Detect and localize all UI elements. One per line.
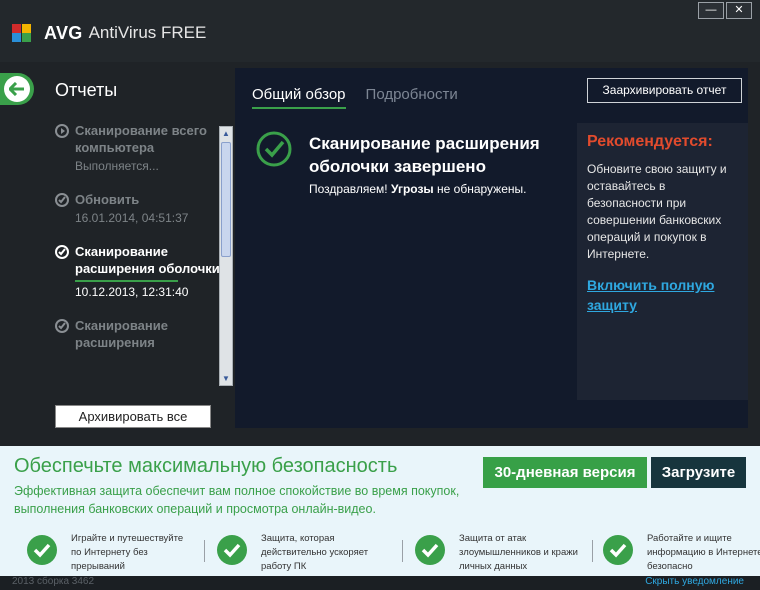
- tab-details[interactable]: Подробности: [366, 86, 458, 109]
- upsell-banner: Обеспечьте максимальную безопасность Эфф…: [0, 446, 760, 576]
- feature-item: Защита от атак злоумышленников и кражи л…: [414, 532, 594, 572]
- recommendation-box: Рекомендуется: Обновите свою защиту и ос…: [577, 123, 748, 400]
- scan-result-message: Поздравляем! Угрозы не обнаружены.: [309, 182, 526, 196]
- enable-full-protection-link[interactable]: Включить полную защиту: [587, 275, 738, 315]
- hide-notification-link[interactable]: Скрыть уведомление: [645, 576, 744, 587]
- product-name: AntiVirus FREE: [88, 23, 207, 42]
- selection-underline: [75, 280, 178, 282]
- build-info: 2013 сборка 3462: [12, 576, 95, 587]
- brand-name: AVG: [44, 22, 83, 43]
- minimize-button[interactable]: —: [698, 2, 724, 19]
- result-msg-post: не обнаружены.: [433, 182, 527, 196]
- feature-divider: [204, 540, 205, 562]
- download-button[interactable]: Загрузите: [651, 457, 746, 488]
- report-title: Сканирование расширения: [75, 318, 168, 350]
- tab-overview[interactable]: Общий обзор: [252, 86, 346, 109]
- report-title: Обновить: [75, 192, 140, 207]
- scroll-down-icon[interactable]: ▼: [220, 372, 232, 385]
- banner-description: Эффективная защита обеспечит вам полное …: [14, 484, 460, 516]
- back-button[interactable]: [0, 73, 34, 105]
- result-msg-bold: Угрозы: [390, 182, 434, 196]
- banner-title: Обеспечьте максимальную безопасность: [14, 455, 398, 477]
- check-badge-icon: [414, 534, 446, 566]
- close-button[interactable]: ✕: [726, 2, 752, 19]
- title-bar: AVG AntiVirus FREE — ✕: [0, 0, 760, 62]
- feature-text: Работайте и ищите информацию в Интернете…: [647, 533, 760, 572]
- check-circle-icon: [55, 245, 69, 259]
- recommendation-text: Обновите свою защиту и оставайтесь в без…: [587, 162, 727, 261]
- report-subtitle: Выполняется...: [75, 159, 159, 173]
- recommendation-heading: Рекомендуется:: [587, 133, 713, 150]
- check-badge-icon: [26, 534, 58, 566]
- archive-report-button[interactable]: Заархивировать отчет: [587, 78, 742, 103]
- page-title: Отчеты: [55, 80, 118, 100]
- feature-list: Играйте и путешествуйте по Интернету без…: [26, 532, 760, 572]
- report-item-selected[interactable]: Сканирование расширения оболочки 10.12.2…: [55, 243, 220, 299]
- feature-divider: [592, 540, 593, 562]
- scroll-up-icon[interactable]: ▲: [220, 127, 232, 140]
- check-circle-icon: [55, 193, 69, 207]
- feature-item: Играйте и путешествуйте по Интернету без…: [26, 532, 206, 572]
- report-item[interactable]: Обновить 16.01.2014, 04:51:37: [55, 191, 220, 225]
- check-circle-icon: [55, 319, 69, 333]
- feature-text: Защита от атак злоумышленников и кражи л…: [459, 533, 578, 572]
- arrow-left-icon: [4, 76, 30, 102]
- status-bar: 2013 сборка 3462 Скрыть уведомление: [0, 576, 760, 590]
- check-badge-icon: [216, 534, 248, 566]
- reports-scrollbar[interactable]: ▲ ▼: [219, 126, 233, 386]
- report-title: Сканирование всего компьютера: [75, 123, 207, 155]
- trial-version-button[interactable]: 30-дневная версия: [483, 457, 647, 488]
- scan-result-title: Сканирование расширения оболочки заверше…: [309, 134, 540, 176]
- archive-all-button[interactable]: Архивировать все: [55, 405, 211, 428]
- report-subtitle: 10.12.2013, 12:31:40: [75, 285, 189, 299]
- avg-logo: AVG AntiVirus FREE: [12, 22, 206, 44]
- report-item[interactable]: Сканирование всего компьютера Выполняетс…: [55, 122, 220, 173]
- avg-logo-icon: [12, 24, 40, 42]
- check-circle-icon: [255, 130, 293, 168]
- feature-item: Защита, которая действительно ускоряет р…: [216, 532, 396, 572]
- report-item[interactable]: Сканирование расширения: [55, 317, 220, 351]
- report-tabs: Общий обзор Подробности: [252, 86, 458, 109]
- reports-list: Сканирование всего компьютера Выполняетс…: [55, 122, 220, 384]
- check-badge-icon: [602, 534, 634, 566]
- feature-text: Играйте и путешествуйте по Интернету без…: [71, 533, 184, 572]
- report-panel: Общий обзор Подробности Заархивировать о…: [235, 68, 748, 428]
- result-msg-pre: Поздравляем!: [309, 182, 391, 196]
- report-subtitle: 16.01.2014, 04:51:37: [75, 211, 189, 225]
- feature-text: Защита, которая действительно ускоряет р…: [261, 533, 369, 572]
- feature-divider: [402, 540, 403, 562]
- play-circle-icon: [55, 124, 69, 138]
- feature-item: Работайте и ищите информацию в Интернете…: [602, 532, 760, 572]
- report-title: Сканирование расширения оболочки: [75, 244, 220, 276]
- scroll-thumb[interactable]: [221, 142, 231, 257]
